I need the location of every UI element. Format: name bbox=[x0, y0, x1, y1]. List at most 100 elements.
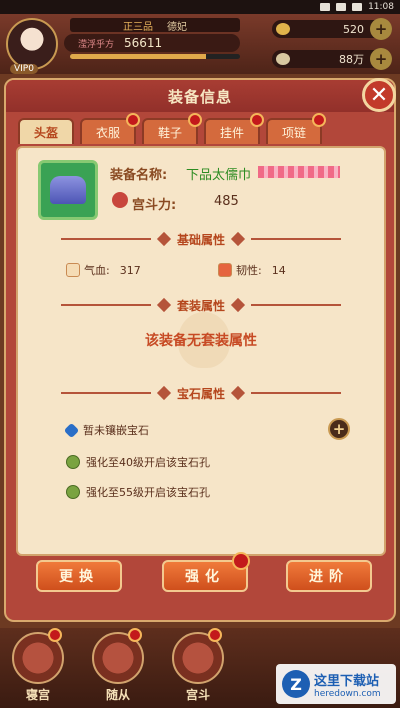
equipment-panel: 装备名称: 下品太儒巾 宫斗力: 485 基础属性 气血: 317 韧性: 14… bbox=[16, 146, 386, 556]
attribute-label: 气血: bbox=[84, 264, 110, 277]
section-title: 基础属性 bbox=[176, 232, 225, 247]
ornament-icon bbox=[156, 297, 172, 313]
title-text: 德妃 bbox=[167, 21, 187, 33]
notification-dot bbox=[48, 628, 62, 642]
item-power-label: 宫斗力: bbox=[132, 198, 177, 213]
silver-counter: 88万 + bbox=[272, 48, 392, 70]
section-header-gem: 宝石属性 bbox=[18, 384, 384, 402]
tab-shoes[interactable]: 鞋子 bbox=[142, 113, 202, 144]
status-bar: 11:08 bbox=[0, 0, 400, 14]
nav-label: 寝宫 bbox=[25, 688, 50, 702]
gem-slot-text: 暂未镶嵌宝石 bbox=[83, 424, 149, 437]
hp-bar-fill bbox=[70, 54, 206, 59]
nav-label: 随从 bbox=[105, 688, 130, 702]
lock-icon bbox=[66, 455, 80, 469]
lock-icon bbox=[66, 485, 80, 499]
watermark-title: 这里下载站 bbox=[314, 673, 380, 689]
item-name-label: 装备名称: bbox=[110, 168, 168, 183]
status-time: 11:08 bbox=[368, 2, 394, 12]
gold-counter: 520 + bbox=[272, 18, 392, 40]
gem-slot-locked: 强化至40级开启该宝石孔 bbox=[66, 454, 210, 470]
ornament-icon bbox=[230, 385, 246, 401]
silver-icon bbox=[276, 53, 290, 65]
player-avatar[interactable] bbox=[6, 18, 58, 70]
watermark-logo-icon: Z bbox=[282, 670, 310, 698]
power-value: 56611 bbox=[124, 36, 163, 50]
signal-icon bbox=[336, 3, 347, 11]
top-hud: VIP0 正三品 德妃 滢浮乎方 56611 520 + 88万 + bbox=[0, 14, 400, 74]
advance-button[interactable]: 进阶 bbox=[286, 560, 372, 592]
player-name: 滢浮乎方 bbox=[78, 39, 115, 50]
power-bar: 滢浮乎方 56611 bbox=[64, 34, 240, 52]
rank-bar: 正三品 德妃 bbox=[70, 18, 240, 33]
nav-attendants[interactable]: 随从 bbox=[88, 628, 148, 702]
nav-palace[interactable]: 寝宫 bbox=[8, 628, 68, 702]
shield-icon bbox=[218, 263, 232, 277]
equipment-tabs: 头盔 衣服 鞋子 挂件 项链 bbox=[18, 113, 326, 144]
notification-dot bbox=[312, 113, 326, 127]
section-title: 套装属性 bbox=[176, 298, 225, 313]
hp-bar bbox=[70, 54, 240, 59]
tab-necklace[interactable]: 项链 bbox=[266, 113, 326, 144]
attribute-value: 317 bbox=[119, 263, 141, 277]
tab-label: 项链 bbox=[281, 125, 306, 140]
close-button[interactable]: ✕ bbox=[362, 78, 396, 112]
notification-dot bbox=[128, 628, 142, 642]
vip-badge: VIP0 bbox=[10, 64, 38, 74]
ornament-icon bbox=[156, 385, 172, 401]
nav-battle[interactable]: 宫斗 bbox=[168, 628, 228, 702]
redacted-text bbox=[258, 166, 340, 178]
gold-value: 520 bbox=[343, 22, 364, 36]
tab-helmet[interactable]: 头盔 bbox=[18, 118, 74, 144]
attribute-toughness: 韧性: 14 bbox=[218, 262, 286, 278]
notification-dot bbox=[126, 113, 140, 127]
notification-dot bbox=[232, 552, 250, 570]
set-note: 该装备无套装属性 bbox=[145, 333, 257, 349]
watermark-url: heredown.com bbox=[314, 688, 381, 699]
ornament-icon bbox=[230, 231, 246, 247]
add-gem-button[interactable]: + bbox=[328, 418, 350, 440]
notification-dot bbox=[188, 113, 202, 127]
replace-button[interactable]: 更换 bbox=[36, 560, 122, 592]
gem-slot-locked: 强化至55级开启该宝石孔 bbox=[66, 484, 210, 500]
ornament-icon bbox=[230, 297, 246, 313]
button-label: 更换 bbox=[59, 569, 99, 585]
tab-pendant[interactable]: 挂件 bbox=[204, 113, 264, 144]
notification-dot bbox=[208, 628, 222, 642]
add-silver-button[interactable]: + bbox=[370, 48, 392, 70]
item-name-value: 下品太儒巾 bbox=[186, 168, 252, 183]
helmet-item-icon[interactable] bbox=[38, 160, 98, 220]
button-label: 强化 bbox=[185, 569, 225, 585]
gem-slot-text: 强化至40级开启该宝石孔 bbox=[86, 456, 210, 469]
helmet-icon bbox=[50, 176, 86, 204]
gem-slot-text: 强化至55级开启该宝石孔 bbox=[86, 486, 210, 499]
tab-clothes[interactable]: 衣服 bbox=[80, 113, 140, 144]
tab-label: 鞋子 bbox=[157, 125, 182, 140]
battery-icon bbox=[352, 3, 363, 11]
section-header-basic: 基础属性 bbox=[18, 230, 384, 248]
equipment-dialog: 装备信息 ✕ 头盔 衣服 鞋子 挂件 项链 装备名称: 下品太儒巾 宫斗力: 4… bbox=[4, 78, 396, 622]
tab-label: 衣服 bbox=[95, 125, 120, 140]
bottom-nav: 寝宫 随从 宫斗 Z 这里下载站 heredown.com bbox=[0, 628, 400, 708]
attribute-label: 韧性: bbox=[236, 264, 262, 277]
nav-label: 宫斗 bbox=[185, 688, 210, 702]
button-label: 进阶 bbox=[309, 569, 349, 585]
enhance-button[interactable]: 强化 bbox=[162, 552, 250, 592]
section-title: 宝石属性 bbox=[176, 386, 225, 401]
tab-label: 挂件 bbox=[219, 125, 244, 140]
power-icon bbox=[112, 192, 128, 208]
heart-icon bbox=[66, 263, 80, 277]
gem-slot-empty[interactable]: 暂未镶嵌宝石 bbox=[63, 422, 149, 438]
diamond-icon bbox=[63, 422, 80, 438]
attribute-value: 14 bbox=[271, 263, 286, 277]
gold-icon bbox=[276, 23, 290, 35]
tab-label: 头盔 bbox=[33, 125, 58, 140]
notification-dot bbox=[250, 113, 264, 127]
dialog-title: 装备信息 bbox=[6, 80, 394, 112]
attribute-hp: 气血: 317 bbox=[66, 262, 141, 278]
site-watermark: Z 这里下载站 heredown.com bbox=[276, 664, 396, 704]
add-gold-button[interactable]: + bbox=[370, 18, 392, 40]
wifi-icon bbox=[320, 3, 331, 11]
silver-value: 88万 bbox=[339, 53, 364, 66]
rank-text: 正三品 bbox=[123, 21, 153, 33]
